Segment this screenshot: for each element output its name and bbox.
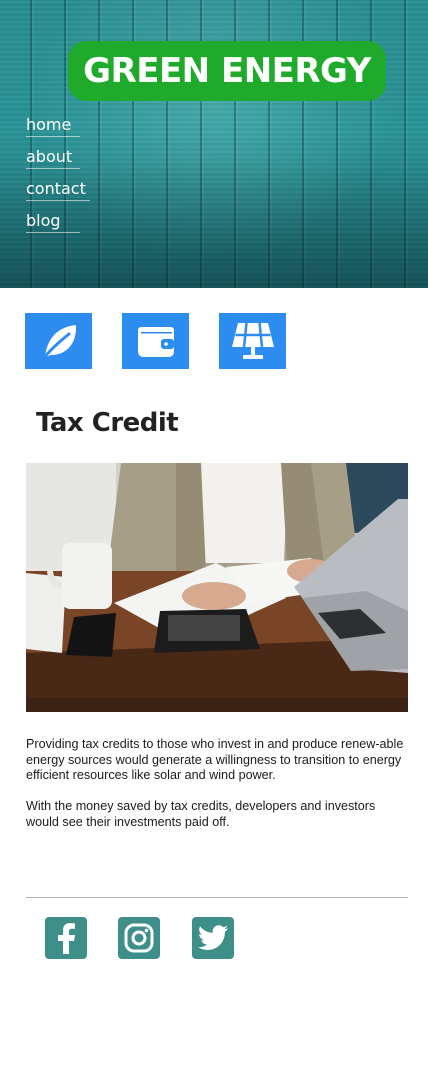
feature-leaf-button[interactable] [25,313,92,369]
hero-banner: GREEN ENERGY home about contact blog [0,0,428,288]
twitter-link[interactable] [192,917,234,959]
nav-link-home[interactable]: home [26,114,90,146]
feature-solar-button[interactable] [219,313,286,369]
nav-link-about[interactable]: about [26,146,90,178]
main-nav: home about contact blog [26,114,90,242]
article-paragraph-1: Providing tax credits to those who inves… [26,737,404,782]
instagram-icon [124,923,154,953]
nav-link-blog[interactable]: blog [26,210,90,242]
site-title: GREEN ENERGY [83,51,371,91]
feature-wallet-button[interactable] [122,313,189,369]
tax-credit-photo [26,463,408,712]
footer-divider [26,897,408,898]
twitter-icon [198,925,228,950]
facebook-icon [58,923,75,954]
leaf-icon [41,325,76,361]
page-title: Tax Credit [36,408,179,438]
solar-panel-icon [231,322,274,359]
nav-link-contact[interactable]: contact [26,178,90,210]
site-logo[interactable]: GREEN ENERGY [68,41,386,101]
facebook-link[interactable] [45,917,87,959]
wallet-icon [137,327,174,357]
article-paragraph-2: With the money saved by tax credits, dev… [26,799,376,829]
instagram-link[interactable] [118,917,160,959]
calculator-laptop-image [26,463,408,712]
